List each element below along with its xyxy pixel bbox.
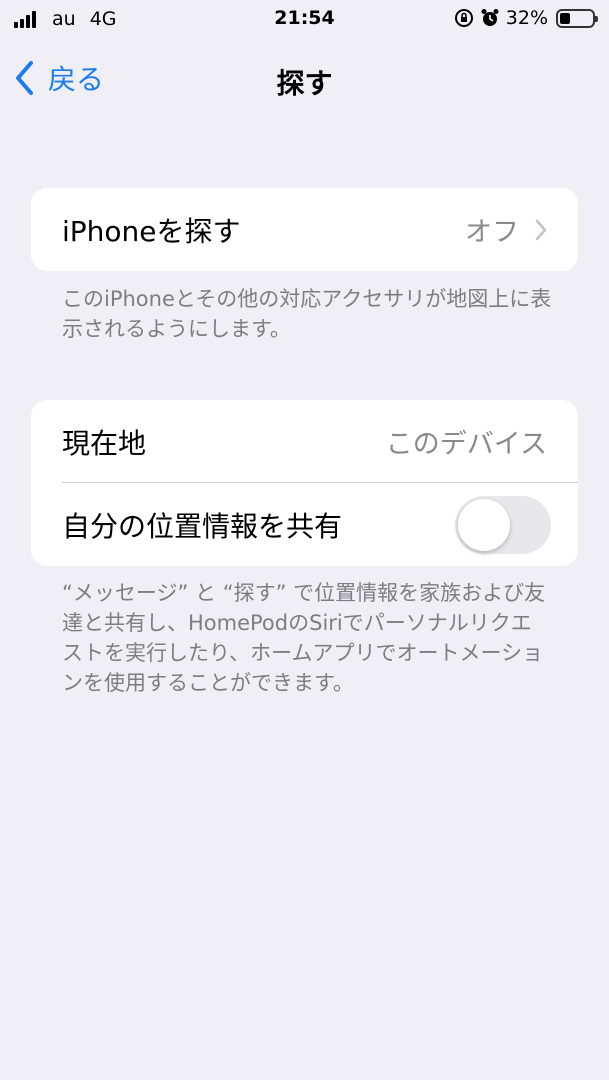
share-location-toggle[interactable] xyxy=(455,496,551,554)
location-footer: “メッセージ” と “探す” で位置情報を家族および友達と共有し、HomePod… xyxy=(62,581,546,695)
status-right: 32% xyxy=(454,7,598,29)
current-location-label: 現在地 xyxy=(62,426,147,460)
find-iphone-label: iPhoneを探す xyxy=(62,214,241,248)
find-iphone-row[interactable]: iPhoneを探す オフ xyxy=(31,188,578,271)
battery-icon xyxy=(556,8,598,28)
current-location-value: このデバイス xyxy=(385,429,547,460)
share-location-row: 自分の位置情報を共有 xyxy=(31,483,578,566)
battery-fill xyxy=(560,12,570,24)
location-group: 現在地 このデバイス 自分の位置情報を共有 xyxy=(31,400,578,566)
find-iphone-footer: このiPhoneとその他の対応アクセサリが地図上に表示されるようにします。 xyxy=(62,287,552,341)
page-title: 探す xyxy=(276,67,333,100)
find-iphone-value: オフ xyxy=(465,217,519,248)
alarm-icon xyxy=(481,9,499,26)
chevron-right-icon xyxy=(535,219,547,240)
status-bar: au 4G 21:54 32% xyxy=(0,0,609,40)
battery-percent: 32% xyxy=(505,7,548,29)
navigation-bar: 戻る 探す xyxy=(0,50,609,110)
orientation-lock-icon xyxy=(454,9,473,27)
current-location-row[interactable]: 現在地 このデバイス xyxy=(31,400,578,483)
find-iphone-group: iPhoneを探す オフ xyxy=(31,188,578,271)
toggle-knob xyxy=(458,499,510,551)
